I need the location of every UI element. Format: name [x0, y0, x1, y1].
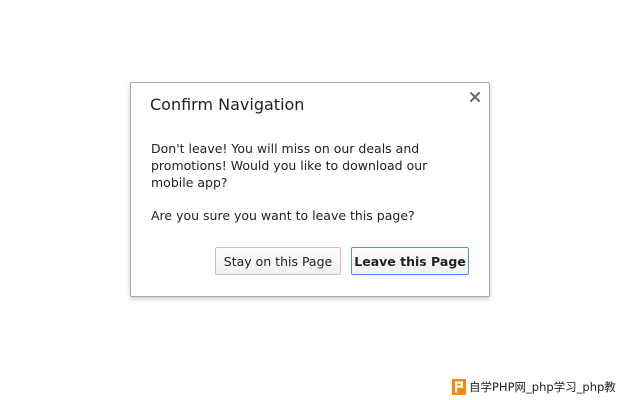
confirm-navigation-dialog: Confirm Navigation Don't leave! You will…: [130, 82, 490, 297]
close-icon: [467, 89, 483, 105]
leave-page-button[interactable]: Leave this Page: [351, 247, 469, 275]
stay-on-page-button[interactable]: Stay on this Page: [215, 247, 341, 275]
dialog-title: Confirm Navigation: [150, 95, 305, 114]
close-button[interactable]: [467, 89, 483, 105]
dialog-message: Don't leave! You will miss on our deals …: [151, 141, 428, 190]
dialog-question: Are you sure you want to leave this page…: [151, 208, 415, 223]
php-logo-icon: [452, 378, 466, 395]
watermark: 自学PHP网_php学习_php教: [450, 377, 616, 396]
page-background: Confirm Navigation Don't leave! You will…: [0, 0, 620, 400]
watermark-text: 自学PHP网_php学习_php教: [469, 379, 616, 394]
